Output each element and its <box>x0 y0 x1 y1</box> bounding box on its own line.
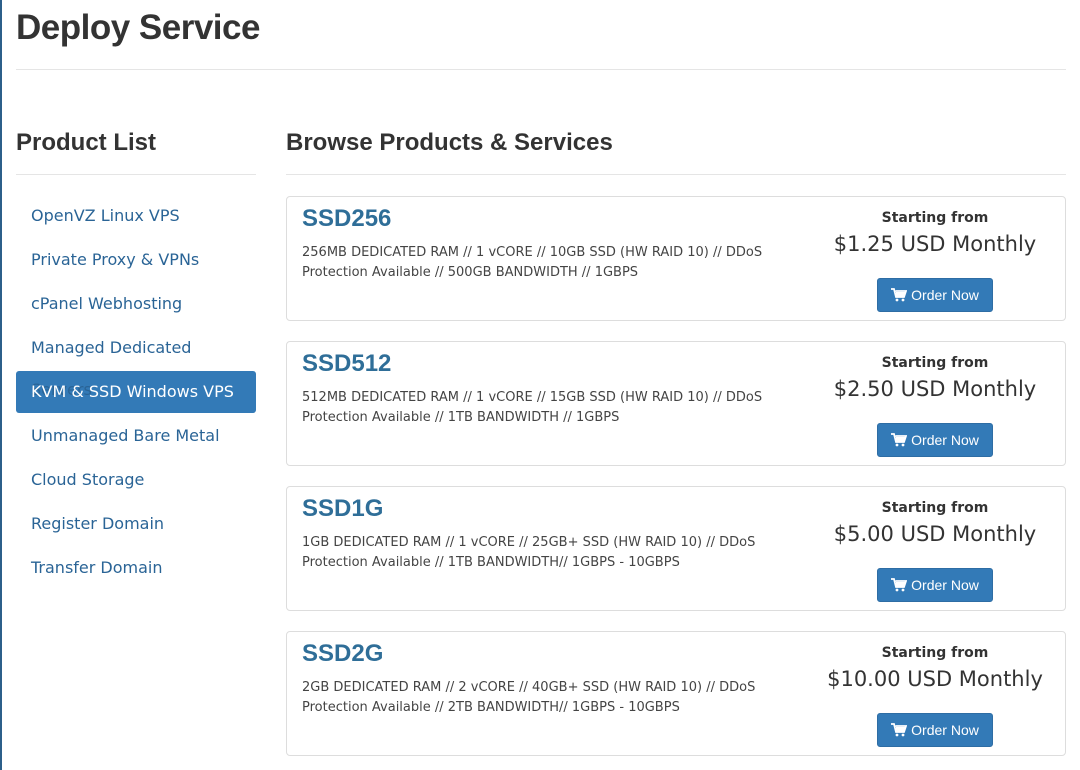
order-now-label: Order Now <box>911 722 979 738</box>
sidebar-item-cloud-storage[interactable]: Cloud Storage <box>16 459 256 501</box>
product-pricing: Starting from $5.00 USD Monthly Order No… <box>805 499 1065 602</box>
product-pricing: Starting from $10.00 USD Monthly Order N… <box>805 644 1065 747</box>
product-price: $1.25 USD Monthly <box>833 232 1037 256</box>
page-title: Deploy Service <box>16 8 260 47</box>
shopping-cart-icon <box>891 433 908 447</box>
sidebar-item-kvm-ssd-windows-vps[interactable]: KVM & SSD Windows VPS <box>16 371 256 413</box>
shopping-cart-icon <box>891 288 908 302</box>
product-description: 2GB DEDICATED RAM // 2 vCORE // 40GB+ SS… <box>302 680 756 715</box>
starting-from-label: Starting from <box>881 500 989 516</box>
product-name: SSD2G <box>302 640 384 667</box>
product-card-ssd1g: SSD1G 1GB DEDICATED RAM // 1 vCORE // 25… <box>286 486 1066 611</box>
product-card-ssd256: SSD256 256MB DEDICATED RAM // 1 vCORE //… <box>286 196 1066 321</box>
sidebar-heading: Product List <box>16 125 256 175</box>
page-left-border <box>0 0 2 770</box>
product-price: $5.00 USD Monthly <box>833 522 1037 546</box>
sidebar-item-transfer-domain[interactable]: Transfer Domain <box>16 547 256 589</box>
product-price: $2.50 USD Monthly <box>833 377 1037 401</box>
order-now-button[interactable]: Order Now <box>877 713 993 747</box>
product-price: $10.00 USD Monthly <box>827 667 1043 691</box>
sidebar-item-cpanel-webhosting[interactable]: cPanel Webhosting <box>16 283 256 325</box>
sidebar-nav: OpenVZ Linux VPS Private Proxy & VPNs cP… <box>16 195 256 589</box>
product-name: SSD512 <box>302 350 392 377</box>
shopping-cart-icon <box>891 578 908 592</box>
order-now-button[interactable]: Order Now <box>877 568 993 602</box>
sidebar-item-openvz-linux-vps[interactable]: OpenVZ Linux VPS <box>16 195 256 237</box>
product-list-sidebar: Product List OpenVZ Linux VPS Private Pr… <box>16 125 256 591</box>
product-card-ssd512: SSD512 512MB DEDICATED RAM // 1 vCORE //… <box>286 341 1066 466</box>
product-name: SSD1G <box>302 495 384 522</box>
title-divider <box>16 69 1066 70</box>
product-name: SSD256 <box>302 205 392 232</box>
product-card-ssd2g: SSD2G 2GB DEDICATED RAM // 2 vCORE // 40… <box>286 631 1066 756</box>
product-description: 512MB DEDICATED RAM // 1 vCORE // 15GB S… <box>302 390 763 425</box>
product-list: SSD256 256MB DEDICATED RAM // 1 vCORE //… <box>286 196 1066 756</box>
order-now-button[interactable]: Order Now <box>877 423 993 457</box>
starting-from-label: Starting from <box>881 355 989 371</box>
starting-from-label: Starting from <box>881 210 989 226</box>
sidebar-item-register-domain[interactable]: Register Domain <box>16 503 256 545</box>
order-now-label: Order Now <box>911 432 979 448</box>
starting-from-label: Starting from <box>881 645 989 661</box>
sidebar-item-private-proxy-vpns[interactable]: Private Proxy & VPNs <box>16 239 256 281</box>
order-now-label: Order Now <box>911 287 979 303</box>
product-description: 256MB DEDICATED RAM // 1 vCORE // 10GB S… <box>302 245 763 280</box>
order-now-label: Order Now <box>911 577 979 593</box>
product-pricing: Starting from $1.25 USD Monthly Order No… <box>805 209 1065 312</box>
sidebar-item-unmanaged-bare-metal[interactable]: Unmanaged Bare Metal <box>16 415 256 457</box>
product-pricing: Starting from $2.50 USD Monthly Order No… <box>805 354 1065 457</box>
main-heading: Browse Products & Services <box>286 125 1066 175</box>
order-now-button[interactable]: Order Now <box>877 278 993 312</box>
products-main: Browse Products & Services SSD256 256MB … <box>286 125 1066 770</box>
shopping-cart-icon <box>891 723 908 737</box>
product-description: 1GB DEDICATED RAM // 1 vCORE // 25GB+ SS… <box>302 535 756 570</box>
sidebar-item-managed-dedicated-servers[interactable]: Managed Dedicated Servers <box>16 327 256 399</box>
